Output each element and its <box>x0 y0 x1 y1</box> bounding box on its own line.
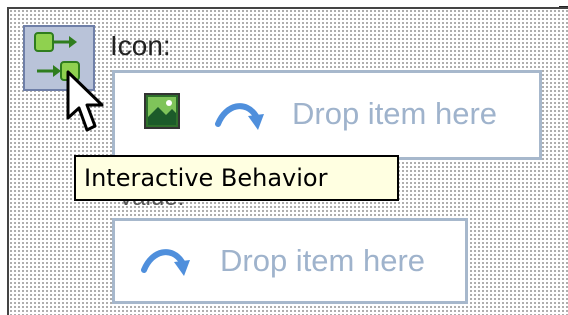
curved-arrow-icon <box>141 249 190 276</box>
icon-drop-text: Drop item here <box>292 96 498 131</box>
value-drop-text: Drop item here <box>220 243 426 278</box>
tooltip: Interactive Behavior <box>74 155 399 201</box>
image-thumbnail-icon <box>144 93 180 129</box>
mouse-pointer-icon <box>66 70 104 132</box>
curved-arrow-icon <box>215 103 264 130</box>
icon-field-label: Icon: <box>110 30 171 61</box>
window-top-edge <box>0 0 568 7</box>
